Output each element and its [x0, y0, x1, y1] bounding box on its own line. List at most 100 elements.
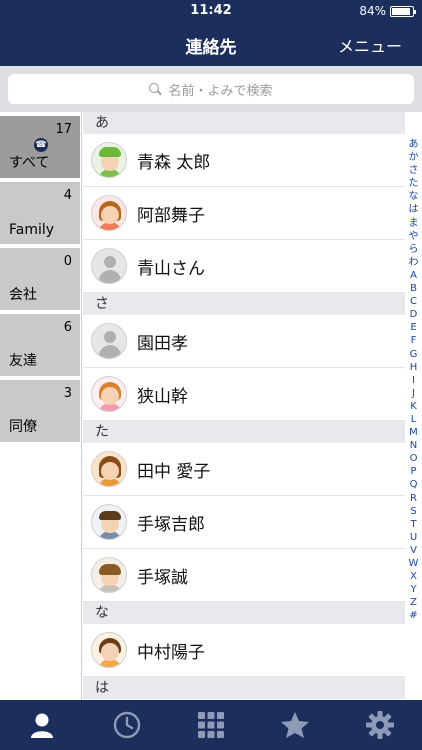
alphabet-index[interactable]: あ か さ た な は ま や ら わ A B C D E F G H I J … [405, 138, 422, 622]
group-company[interactable]: 0 会社 [0, 248, 80, 310]
group-family[interactable]: 4 Family [0, 182, 80, 244]
index-letter[interactable]: は [405, 203, 422, 216]
group-label: 同僚 [9, 419, 37, 435]
index-letter[interactable]: P [405, 465, 422, 478]
contact-name: 阿部舞子 [137, 205, 205, 226]
index-letter[interactable]: L [405, 413, 422, 426]
section-header: な [83, 602, 405, 624]
group-label: 友達 [9, 353, 37, 369]
index-letter[interactable]: V [405, 544, 422, 557]
index-letter[interactable]: N [405, 439, 422, 452]
contact-row[interactable]: 園田孝 [83, 315, 405, 368]
contact-row[interactable]: 手塚吉郎 [83, 496, 405, 549]
contact-name: 園田孝 [137, 333, 188, 354]
group-colleagues[interactable]: 3 同僚 [0, 380, 80, 442]
contact-row[interactable]: 狭山幹 [83, 368, 405, 421]
index-letter[interactable]: か [405, 151, 422, 164]
index-letter[interactable]: C [405, 295, 422, 308]
group-count: 6 [63, 320, 72, 335]
contact-name: 手塚吉郎 [137, 514, 205, 535]
section-header: は [83, 677, 405, 699]
contact-name: 手塚誠 [137, 567, 188, 588]
index-letter[interactable]: U [405, 531, 422, 544]
group-all[interactable]: 17 ☎ すべて [0, 116, 80, 178]
tab-history[interactable] [84, 700, 168, 750]
battery-icon [390, 5, 416, 17]
index-letter[interactable]: J [405, 387, 422, 400]
section-header: さ [83, 293, 405, 315]
contact-row[interactable]: 青山さん [83, 240, 405, 293]
battery-percent: 84% [359, 4, 386, 18]
index-letter[interactable]: ら [405, 243, 422, 256]
index-letter[interactable]: Y [405, 583, 422, 596]
index-letter[interactable]: わ [405, 256, 422, 269]
woman-avatar-icon [91, 451, 127, 487]
contact-row[interactable]: 青森 太郎 [83, 134, 405, 187]
index-letter[interactable]: O [405, 452, 422, 465]
contact-list[interactable]: あ 青森 太郎 阿部舞子 青山さん さ 園田孝 狭山幹 た 田中 愛子 手塚吉郎… [83, 112, 405, 700]
index-letter[interactable]: な [405, 190, 422, 203]
index-letter[interactable]: Q [405, 478, 422, 491]
index-letter[interactable]: M [405, 426, 422, 439]
group-friends[interactable]: 6 友達 [0, 314, 80, 376]
group-count: 4 [63, 188, 72, 203]
menu-button[interactable]: メニュー [338, 33, 402, 57]
index-letter[interactable]: B [405, 282, 422, 295]
group-label: 会社 [9, 287, 37, 303]
index-letter[interactable]: A [405, 269, 422, 282]
battery-status: 84% [359, 4, 416, 18]
tab-settings[interactable] [338, 700, 422, 750]
contact-name: 中村陽子 [137, 642, 205, 663]
tab-keypad[interactable] [169, 700, 253, 750]
index-letter[interactable]: T [405, 518, 422, 531]
tab-contacts[interactable] [0, 700, 84, 750]
group-label: すべて [9, 155, 50, 171]
phone-icon: ☎ [34, 138, 48, 152]
index-letter[interactable]: I [405, 374, 422, 387]
index-letter[interactable]: H [405, 361, 422, 374]
index-letter[interactable]: G [405, 348, 422, 361]
contact-name: 青山さん [137, 258, 205, 279]
tab-favorites[interactable] [253, 700, 337, 750]
index-letter[interactable]: # [405, 609, 422, 622]
index-letter[interactable]: F [405, 334, 422, 347]
contact-row[interactable]: 中村陽子 [83, 624, 405, 677]
contact-name: 青森 太郎 [137, 152, 211, 173]
index-letter[interactable]: あ [405, 138, 422, 151]
index-letter[interactable]: R [405, 492, 422, 505]
index-letter[interactable]: D [405, 308, 422, 321]
index-letter[interactable]: Z [405, 596, 422, 609]
index-letter[interactable]: K [405, 400, 422, 413]
section-header: た [83, 421, 405, 443]
group-count: 0 [63, 254, 72, 269]
group-label: Family [9, 222, 55, 238]
contact-row[interactable]: 阿部舞子 [83, 187, 405, 240]
contact-row[interactable]: 田中 愛子 [83, 443, 405, 496]
man-avatar-icon [91, 557, 127, 593]
index-letter[interactable]: W [405, 557, 422, 570]
index-letter[interactable]: た [405, 177, 422, 190]
man-laptop-avatar-icon [91, 504, 127, 540]
section-header: あ [83, 112, 405, 134]
contact-name: 田中 愛子 [137, 461, 211, 482]
index-letter[interactable]: や [405, 230, 422, 243]
index-letter[interactable]: X [405, 570, 422, 583]
index-letter[interactable]: E [405, 321, 422, 334]
index-letter[interactable]: ま [405, 217, 422, 230]
contact-name: 狭山幹 [137, 386, 188, 407]
tab-bar [0, 700, 422, 750]
index-letter[interactable]: S [405, 505, 422, 518]
default-avatar-icon [91, 248, 127, 284]
status-bar: 11:42 84% [0, 0, 422, 22]
girl-avatar-icon [91, 195, 127, 231]
girl-avatar-icon [91, 376, 127, 412]
contacts-icon [31, 713, 54, 738]
clock-icon [113, 711, 140, 739]
index-letter[interactable]: さ [405, 164, 422, 177]
search-input[interactable]: 名前・よみで検索 [8, 74, 414, 104]
group-count: 17 [55, 122, 72, 137]
woman-phone-avatar-icon [91, 632, 127, 668]
group-sidebar: 17 ☎ すべて 4 Family 0 会社 6 友達 3 同僚 [0, 112, 82, 700]
star-icon [281, 712, 310, 738]
contact-row[interactable]: 手塚誠 [83, 549, 405, 602]
